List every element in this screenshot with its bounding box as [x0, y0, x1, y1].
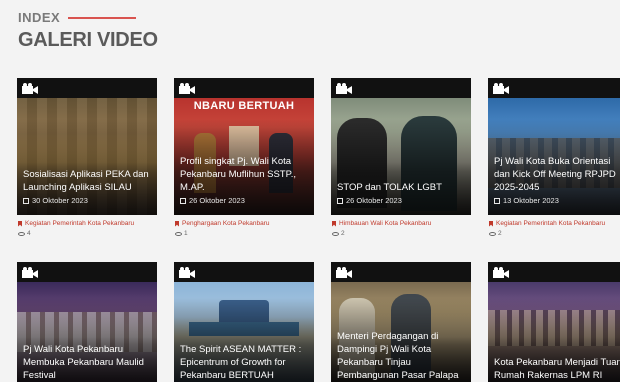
video-date-text: 26 Oktober 2023 — [189, 196, 245, 205]
video-date-text: 30 Oktober 2023 — [32, 196, 88, 205]
video-category[interactable]: Himbauan Wali Kota Pekanbaru — [332, 220, 470, 227]
video-date-text: 26 Oktober 2023 — [346, 196, 402, 205]
eye-icon — [489, 231, 496, 236]
video-caption: The Spirit ASEAN MATTER : Epicentrum of … — [180, 343, 310, 382]
views-count: 1 — [184, 230, 188, 237]
video-caption: Menteri Perdagangan di Dampingi Pj Wali … — [337, 330, 467, 382]
video-camera-icon — [493, 267, 509, 278]
page-title: GALERI VIDEO — [18, 29, 158, 51]
category-text[interactable]: Penghargaan Kota Pekanbaru — [182, 220, 269, 227]
video-date: 30 Oktober 2023 — [23, 196, 153, 205]
calendar-icon — [494, 197, 500, 204]
video-card[interactable]: STOP dan TOLAK LGBT 26 Oktober 2023 Himb… — [331, 78, 471, 237]
index-label: INDEX — [18, 10, 61, 25]
calendar-icon — [180, 197, 186, 204]
bookmark-icon — [332, 220, 336, 227]
video-views: 4 — [18, 230, 156, 237]
calendar-icon — [23, 197, 29, 204]
video-views: 2 — [332, 230, 470, 237]
video-card[interactable]: Kota Pekanbaru Menjadi Tuan Rumah Rakern… — [488, 262, 620, 382]
video-camera-icon — [179, 267, 195, 278]
video-caption: Pj Wali Kota Buka Orientasi dan Kick Off… — [494, 155, 620, 205]
category-text[interactable]: Kegiatan Pemerintah Kota Pekanbaru — [25, 220, 134, 227]
video-date: 26 Oktober 2023 — [337, 196, 467, 205]
eye-icon — [332, 231, 339, 236]
views-count: 4 — [27, 230, 31, 237]
video-meta: Kegiatan Pemerintah Kota Pekanbaru 4 — [17, 215, 157, 237]
views-count: 2 — [341, 230, 345, 237]
video-caption: Sosialisasi Aplikasi PEKA dan Launching … — [23, 168, 153, 205]
video-thumbnail[interactable]: Menteri Perdagangan di Dampingi Pj Wali … — [331, 262, 471, 382]
video-views: 1 — [175, 230, 313, 237]
video-title[interactable]: Kota Pekanbaru Menjadi Tuan Rumah Rakern… — [494, 356, 620, 382]
video-meta: Penghargaan Kota Pekanbaru 1 — [174, 215, 314, 237]
section-header: INDEX GALERI VIDEO — [18, 10, 158, 52]
video-caption: Pj Wali Kota Pekanbaru Membuka Pekanbaru… — [23, 343, 153, 382]
video-thumbnail[interactable]: Pj Wali Kota Pekanbaru Membuka Pekanbaru… — [17, 262, 157, 382]
index-row: INDEX — [18, 10, 158, 25]
video-card[interactable]: The Spirit ASEAN MATTER : Epicentrum of … — [174, 262, 314, 382]
video-camera-icon — [336, 83, 352, 94]
video-thumbnail[interactable]: The Spirit ASEAN MATTER : Epicentrum of … — [174, 262, 314, 382]
video-category[interactable]: Kegiatan Pemerintah Kota Pekanbaru — [18, 220, 156, 227]
video-title[interactable]: Pj Wali Kota Buka Orientasi dan Kick Off… — [494, 155, 620, 194]
bookmark-icon — [489, 220, 493, 227]
video-title[interactable]: Sosialisasi Aplikasi PEKA dan Launching … — [23, 168, 153, 194]
video-thumbnail[interactable]: NBARU BERTUAH Profil singkat Pj. Wali Ko… — [174, 78, 314, 215]
video-card[interactable]: Sosialisasi Aplikasi PEKA dan Launching … — [17, 78, 157, 237]
video-camera-icon — [493, 83, 509, 94]
category-text[interactable]: Himbauan Wali Kota Pekanbaru — [339, 220, 431, 227]
video-camera-icon — [179, 83, 195, 94]
video-date-text: 13 Oktober 2023 — [503, 196, 559, 205]
video-caption: STOP dan TOLAK LGBT 26 Oktober 2023 — [337, 181, 467, 205]
video-card[interactable]: Pj Wali Kota Buka Orientasi dan Kick Off… — [488, 78, 620, 237]
video-meta: Kegiatan Pemerintah Kota Pekanbaru 2 — [488, 215, 620, 237]
video-card[interactable]: NBARU BERTUAH Profil singkat Pj. Wali Ko… — [174, 78, 314, 237]
index-underline — [68, 16, 137, 19]
video-caption: Profil singkat Pj. Wali Kota Pekanbaru M… — [180, 155, 310, 205]
video-caption: Kota Pekanbaru Menjadi Tuan Rumah Rakern… — [494, 356, 620, 382]
video-date: 13 Oktober 2023 — [494, 196, 620, 205]
video-views: 2 — [489, 230, 620, 237]
video-title[interactable]: Pj Wali Kota Pekanbaru Membuka Pekanbaru… — [23, 343, 153, 382]
video-camera-icon — [336, 267, 352, 278]
video-thumbnail[interactable]: Pj Wali Kota Buka Orientasi dan Kick Off… — [488, 78, 620, 215]
video-card[interactable]: Menteri Perdagangan di Dampingi Pj Wali … — [331, 262, 471, 382]
video-title[interactable]: STOP dan TOLAK LGBT — [337, 181, 467, 194]
video-category[interactable]: Penghargaan Kota Pekanbaru — [175, 220, 313, 227]
bookmark-icon — [175, 220, 179, 227]
video-title[interactable]: Menteri Perdagangan di Dampingi Pj Wali … — [337, 330, 467, 382]
video-thumbnail[interactable]: Kota Pekanbaru Menjadi Tuan Rumah Rakern… — [488, 262, 620, 382]
video-camera-icon — [22, 267, 38, 278]
video-meta: Himbauan Wali Kota Pekanbaru 2 — [331, 215, 471, 237]
video-category[interactable]: Kegiatan Pemerintah Kota Pekanbaru — [489, 220, 620, 227]
calendar-icon — [337, 197, 343, 204]
thumbnail-banner-text: NBARU BERTUAH — [193, 100, 295, 112]
video-camera-icon — [22, 83, 38, 94]
category-text[interactable]: Kegiatan Pemerintah Kota Pekanbaru — [496, 220, 605, 227]
bookmark-icon — [18, 220, 22, 227]
video-thumbnail[interactable]: Sosialisasi Aplikasi PEKA dan Launching … — [17, 78, 157, 215]
video-thumbnail[interactable]: STOP dan TOLAK LGBT 26 Oktober 2023 — [331, 78, 471, 215]
views-count: 2 — [498, 230, 502, 237]
video-card[interactable]: Pj Wali Kota Pekanbaru Membuka Pekanbaru… — [17, 262, 157, 382]
video-title[interactable]: The Spirit ASEAN MATTER : Epicentrum of … — [180, 343, 310, 382]
video-date: 26 Oktober 2023 — [180, 196, 310, 205]
eye-icon — [18, 231, 25, 236]
video-title[interactable]: Profil singkat Pj. Wali Kota Pekanbaru M… — [180, 155, 310, 194]
eye-icon — [175, 231, 182, 236]
